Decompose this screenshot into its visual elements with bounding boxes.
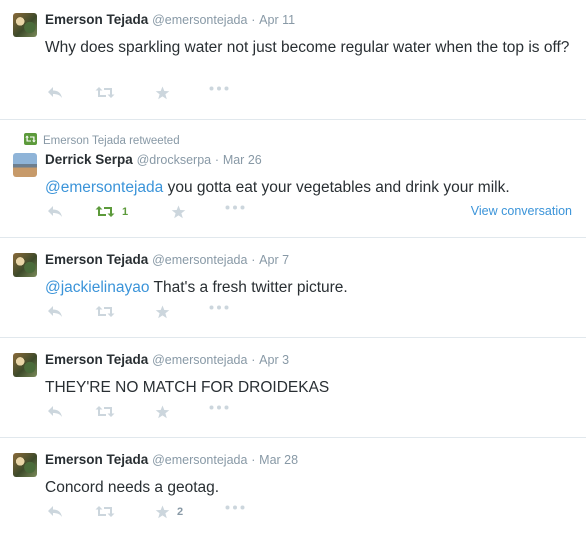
reply-icon[interactable] (47, 405, 63, 418)
retweet-context-text[interactable]: Emerson Tejada retweeted (43, 135, 180, 147)
favorite-button[interactable]: 2 (155, 505, 183, 519)
tweet-text-body: That's a fresh twitter picture. (149, 279, 348, 296)
view-conversation-link[interactable]: View conversation (471, 204, 572, 218)
tweet-date[interactable]: Apr 11 (259, 13, 295, 27)
separator-dot: · (251, 253, 256, 267)
tweet-text-body: you gotta eat your vegetables and drink … (163, 179, 510, 196)
reply-icon[interactable] (47, 505, 63, 518)
retweet-icon[interactable] (95, 505, 115, 518)
tweet-text: @emersontejada you gotta eat your vegeta… (45, 177, 575, 199)
avatar[interactable] (13, 353, 37, 377)
retweet-icon[interactable] (95, 305, 115, 318)
retweet-context: Emerson Tejada retweeted (24, 133, 180, 148)
author-name[interactable]: Emerson Tejada (45, 352, 148, 367)
retweet-icon (95, 206, 115, 217)
tweet-item[interactable]: Emerson Tejada @emersontejada · Apr 3 TH… (0, 338, 586, 438)
avatar[interactable] (13, 153, 37, 177)
author-handle[interactable]: @emersontejada (152, 13, 247, 27)
author-handle[interactable]: @emersontejada (152, 353, 247, 367)
mention-link[interactable]: @emersontejada (45, 179, 163, 196)
retweet-icon[interactable] (95, 405, 115, 418)
reply-icon[interactable] (47, 305, 63, 318)
tweet-item[interactable]: Emerson Tejada retweeted Derrick Serpa @… (0, 120, 586, 238)
separator-dot: · (214, 153, 220, 167)
separator-dot: · (251, 453, 256, 467)
tweet-header: Emerson Tejada @emersontejada · Apr 11 (45, 11, 295, 29)
more-icon[interactable] (225, 205, 245, 210)
tweet-header: Derrick Serpa @drockserpa · Mar 26 (45, 151, 262, 169)
tweet-text: Why does sparkling water not just become… (45, 39, 570, 56)
author-name[interactable]: Derrick Serpa (45, 152, 133, 167)
retweet-button[interactable]: 1 (95, 205, 128, 218)
tweet-item[interactable]: Emerson Tejada @emersontejada · Mar 28 C… (0, 438, 586, 534)
tweet-item[interactable]: Emerson Tejada @emersontejada · Apr 7 @j… (0, 238, 586, 338)
tweet-header: Emerson Tejada @emersontejada · Mar 28 (45, 451, 298, 469)
tweet-text: Concord needs a geotag. (45, 479, 220, 496)
tweet-date[interactable]: Mar 26 (223, 153, 262, 167)
favorite-icon[interactable] (171, 205, 186, 219)
tweet-text: @jackielinayao That's a fresh twitter pi… (45, 277, 575, 299)
favorite-icon[interactable] (155, 305, 170, 319)
avatar[interactable] (13, 453, 37, 477)
author-name[interactable]: Emerson Tejada (45, 12, 148, 27)
author-name[interactable]: Emerson Tejada (45, 452, 148, 467)
author-name[interactable]: Emerson Tejada (45, 252, 148, 267)
favorite-icon[interactable] (155, 86, 170, 100)
retweeted-icon (24, 133, 37, 148)
separator-dot: · (251, 13, 256, 27)
author-handle[interactable]: @emersontejada (152, 253, 247, 267)
more-icon[interactable] (209, 305, 229, 310)
favorite-icon (155, 505, 170, 519)
separator-dot: · (251, 353, 256, 367)
reply-icon[interactable] (47, 86, 63, 99)
more-icon[interactable] (209, 86, 229, 91)
tweet-header: Emerson Tejada @emersontejada · Apr 7 (45, 251, 289, 269)
tweet-date[interactable]: Apr 7 (259, 253, 289, 267)
mention-link[interactable]: @jackielinayao (45, 279, 149, 296)
more-icon[interactable] (209, 405, 229, 410)
favorite-icon[interactable] (155, 405, 170, 419)
retweet-count: 1 (122, 205, 129, 218)
reply-icon[interactable] (47, 205, 63, 218)
avatar[interactable] (13, 13, 37, 37)
more-icon[interactable] (225, 505, 245, 510)
tweet-text: THEY'RE NO MATCH FOR DROIDEKAS (45, 379, 330, 396)
avatar[interactable] (13, 253, 37, 277)
favorite-count: 2 (177, 506, 184, 518)
tweet-header: Emerson Tejada @emersontejada · Apr 3 (45, 351, 289, 369)
tweet-timeline: Emerson Tejada @emersontejada · Apr 11 W… (0, 0, 586, 534)
tweet-date[interactable]: Apr 3 (259, 353, 289, 367)
retweet-icon[interactable] (95, 86, 115, 99)
tweet-date[interactable]: Mar 28 (259, 453, 298, 467)
tweet-item[interactable]: Emerson Tejada @emersontejada · Apr 11 W… (0, 0, 586, 120)
author-handle[interactable]: @drockserpa (137, 153, 212, 167)
author-handle[interactable]: @emersontejada (152, 453, 247, 467)
